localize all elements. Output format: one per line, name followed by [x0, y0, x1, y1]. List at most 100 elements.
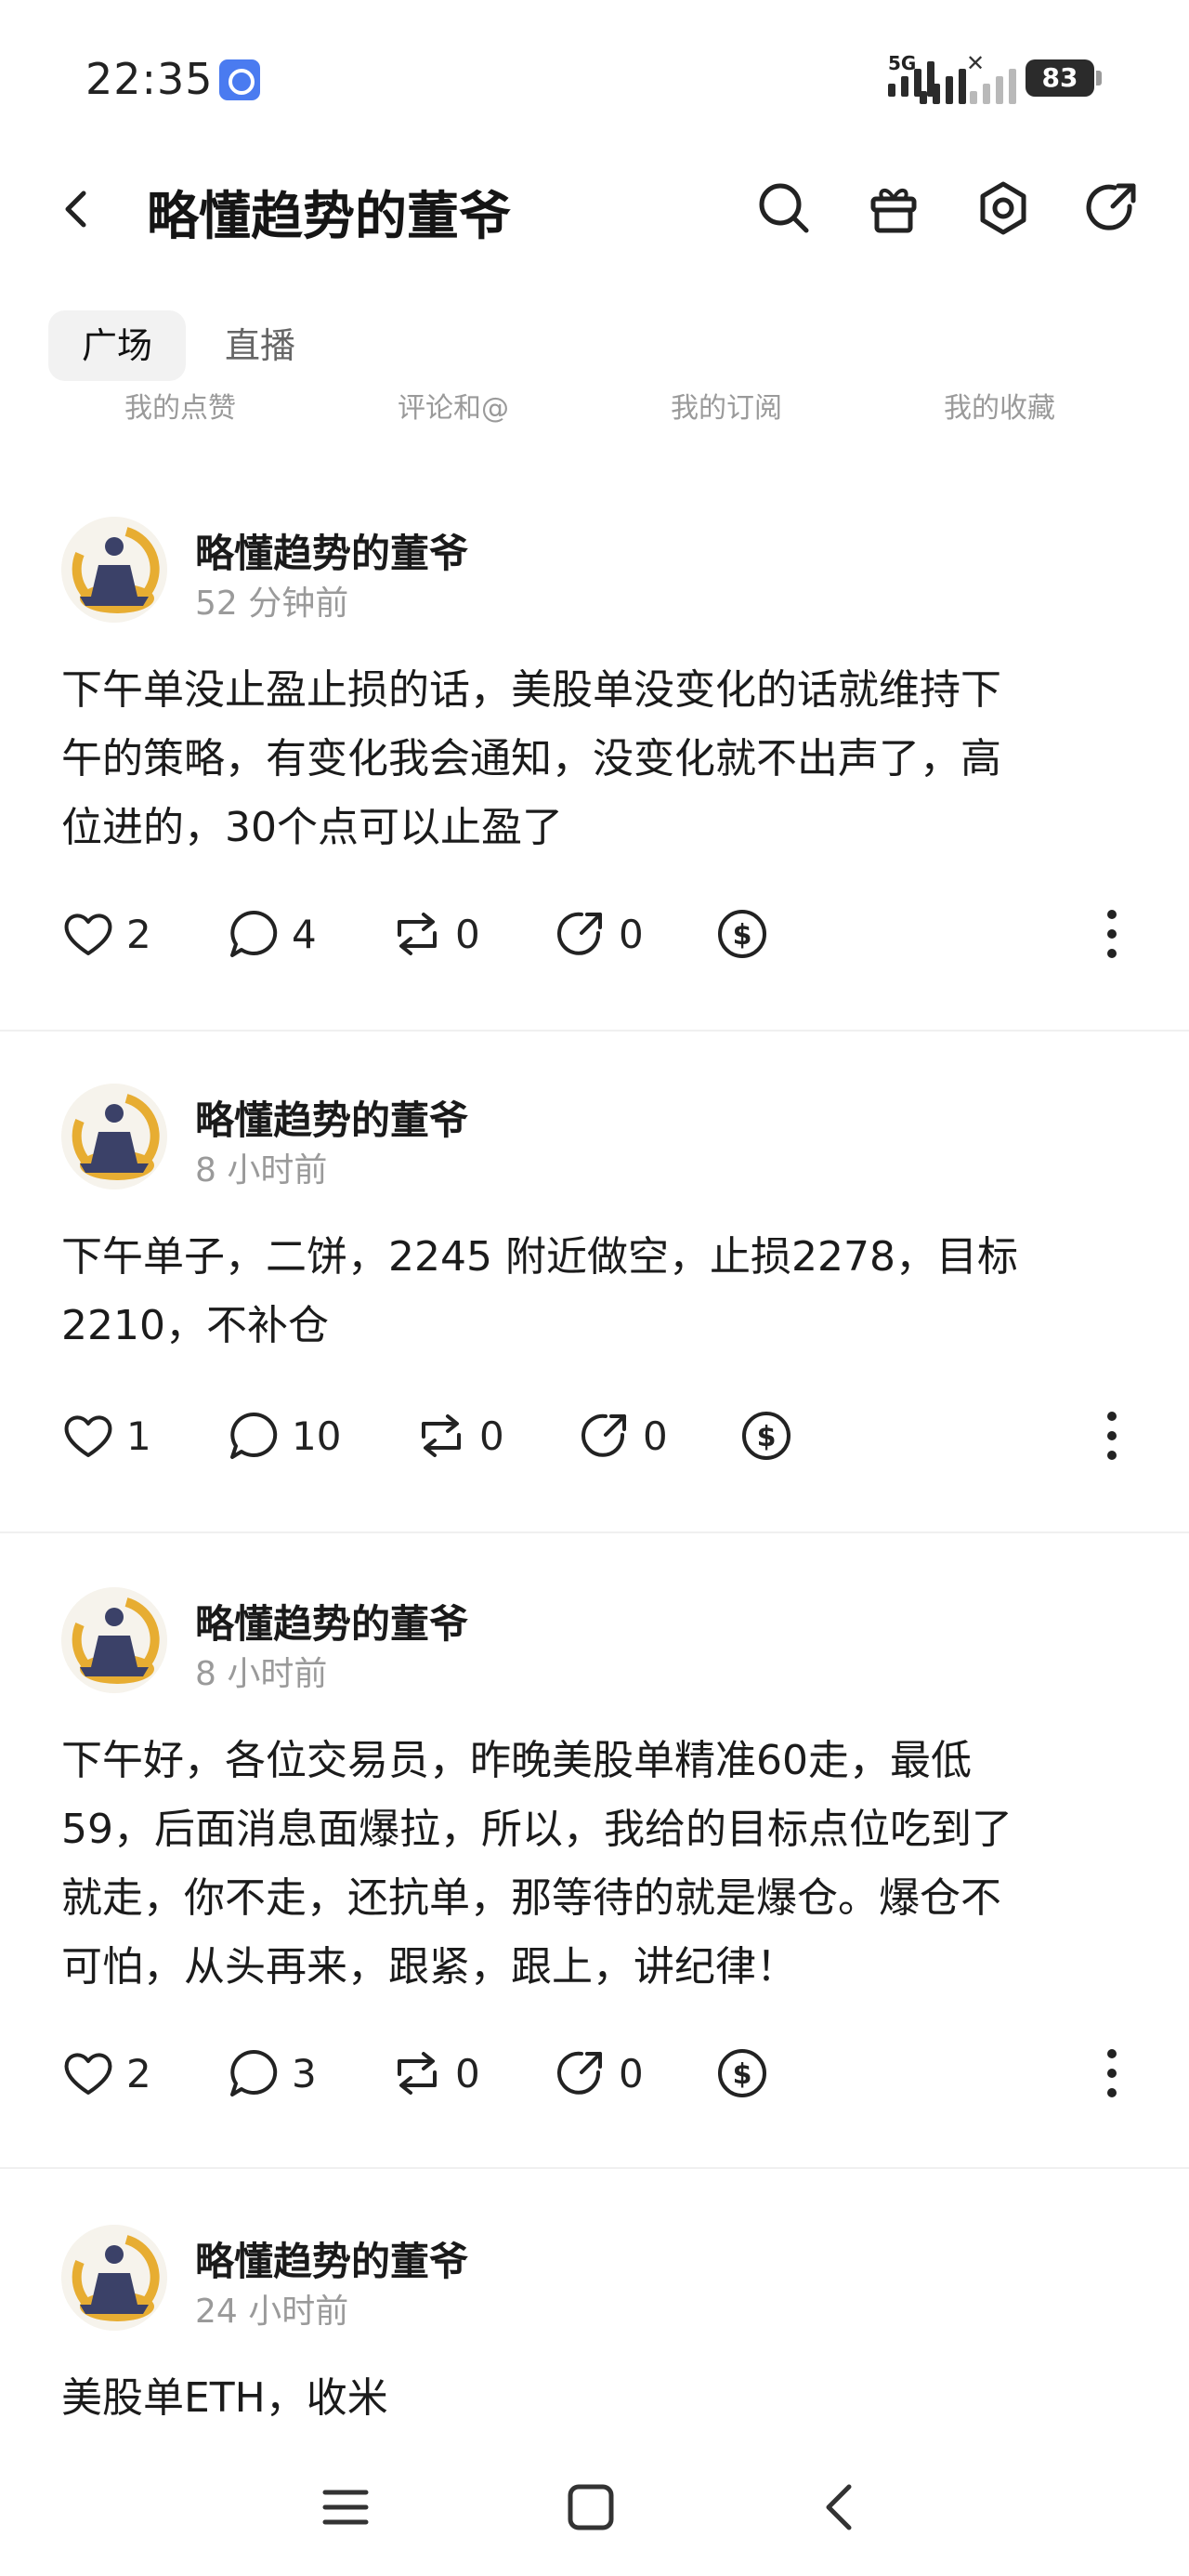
- repost-icon: [422, 1414, 461, 1457]
- post-author[interactable]: 略懂趋势的董爷: [195, 1089, 468, 1146]
- tab-live[interactable]: 直播: [191, 310, 329, 381]
- share-icon: [557, 912, 602, 955]
- share-count: 0: [619, 2050, 644, 2096]
- home-square-icon[interactable]: [563, 2479, 619, 2535]
- avatar-image: [61, 1084, 167, 1189]
- comment-button[interactable]: 3: [227, 2041, 317, 2106]
- share-icon: [557, 2051, 602, 2095]
- menu-icon[interactable]: [318, 2479, 373, 2535]
- heart-icon: [64, 913, 112, 955]
- back-nav-icon[interactable]: [812, 2479, 868, 2535]
- clock: 22:35: [85, 54, 214, 104]
- settings-icon[interactable]: [973, 178, 1033, 238]
- top-app-bar: 略懂趋势的董爷: [0, 158, 1189, 260]
- repost-icon: [398, 913, 437, 955]
- avatar-image: [61, 517, 167, 623]
- post-author[interactable]: 略懂趋势的董爷: [195, 1593, 468, 1649]
- post-content[interactable]: 下午单没止盈止损的话，美股单没变化的话就维持下 午的策略，有变化我会通知，没变化…: [61, 656, 1130, 862]
- comment-count: 4: [292, 911, 317, 957]
- share-count: 0: [619, 911, 644, 957]
- app-notification-icon: [219, 59, 260, 100]
- search-icon[interactable]: [754, 178, 814, 238]
- post-content[interactable]: 下午好，各位交易员，昨晚美股单精准60走，最低 59，后面消息面爆拉，所以，我给…: [61, 1727, 1130, 2002]
- repost-button[interactable]: 0: [390, 2041, 480, 2106]
- heart-icon: [64, 1415, 112, 1457]
- tab-square[interactable]: 广场: [48, 310, 187, 381]
- share-post-button[interactable]: 0: [554, 901, 644, 966]
- comment-button[interactable]: 4: [227, 901, 317, 966]
- dollar-coin-icon: $: [718, 910, 766, 958]
- avatar-image: [61, 2225, 167, 2331]
- repost-button[interactable]: 0: [414, 1403, 504, 1468]
- more-options-icon[interactable]: [1098, 905, 1126, 963]
- repost-count: 0: [455, 911, 480, 957]
- post-line: 下午好，各位交易员，昨晚美股单精准60走，最低: [61, 1737, 972, 1784]
- dollar-coin-icon: $: [742, 1412, 790, 1460]
- subnav-my-likes[interactable]: 我的点赞: [124, 385, 236, 426]
- back-icon[interactable]: [54, 186, 100, 232]
- divider: [0, 1531, 1189, 1533]
- sub-navigation: 我的点赞 评论和@ 我的订阅 我的收藏: [0, 385, 1189, 431]
- tip-button[interactable]: $: [715, 901, 769, 966]
- post-line: 午的策略，有变化我会通知，没变化就不出声了，高: [61, 735, 1001, 782]
- signal-bars-icon: [920, 61, 966, 104]
- post-time: 24 小时前: [195, 2293, 349, 2331]
- avatar[interactable]: [61, 1587, 167, 1693]
- like-count: 1: [126, 1413, 151, 1459]
- comment-count: 3: [292, 2050, 317, 2096]
- share-post-button[interactable]: 0: [578, 1403, 668, 1468]
- comment-count: 10: [292, 1413, 342, 1459]
- post-time: 8 小时前: [195, 1655, 328, 1693]
- dollar-coin-icon: $: [718, 2049, 766, 2097]
- comment-icon: [230, 910, 278, 957]
- avatar-image: [61, 1587, 167, 1693]
- svg-text:$: $: [733, 919, 752, 952]
- like-button[interactable]: 2: [61, 901, 151, 966]
- post-author[interactable]: 略懂趋势的董爷: [195, 522, 468, 579]
- more-options-icon[interactable]: [1098, 1407, 1126, 1465]
- like-button[interactable]: 2: [61, 2041, 151, 2106]
- system-navigation-bar: [0, 2435, 1189, 2576]
- subnav-my-favorites[interactable]: 我的收藏: [944, 385, 1055, 426]
- more-options-icon[interactable]: [1098, 2044, 1126, 2102]
- status-bar: 22:35 5G ✕ 83: [0, 0, 1189, 158]
- avatar[interactable]: [61, 1084, 167, 1189]
- post-actions: 2 3 0 0 $: [0, 2041, 1189, 2106]
- like-count: 2: [126, 911, 151, 957]
- post-time: 52 分钟前: [195, 585, 349, 623]
- repost-button[interactable]: 0: [390, 901, 480, 966]
- share-icon[interactable]: [1083, 178, 1143, 238]
- post-content[interactable]: 美股单ETH，收米: [61, 2364, 1130, 2433]
- repost-count: 0: [479, 1413, 504, 1459]
- share-count: 0: [643, 1413, 668, 1459]
- divider: [0, 2167, 1189, 2169]
- post-line: 下午单子，二饼，2245 附近做空，止损2278，目标: [61, 1233, 1018, 1281]
- like-button[interactable]: 1: [61, 1403, 151, 1468]
- gift-icon[interactable]: [864, 178, 923, 238]
- post-actions: 2 4 0 0 $: [0, 901, 1189, 966]
- subnav-my-subscriptions[interactable]: 我的订阅: [671, 385, 782, 426]
- post-author[interactable]: 略懂趋势的董爷: [195, 2230, 468, 2287]
- svg-text:$: $: [733, 2058, 752, 2091]
- post-line: 位进的，30个点可以止盈了: [61, 804, 563, 851]
- heart-icon: [64, 2053, 112, 2095]
- svg-text:$: $: [757, 1421, 777, 1453]
- post-line: 2210，不补仓: [61, 1302, 329, 1349]
- share-post-button[interactable]: 0: [554, 2041, 644, 2106]
- avatar[interactable]: [61, 517, 167, 623]
- post-content[interactable]: 下午单子，二饼，2245 附近做空，止损2278，目标 2210，不补仓: [61, 1223, 1130, 1360]
- page-title: 略懂趋势的董爷: [147, 187, 511, 247]
- avatar[interactable]: [61, 2225, 167, 2331]
- tip-button[interactable]: $: [715, 2041, 769, 2106]
- post-line: 59，后面消息面爆拉，所以，我给的目标点位吃到了: [61, 1806, 1013, 1853]
- tip-button[interactable]: $: [739, 1403, 793, 1468]
- post-actions: 1 10 0 0 $: [0, 1403, 1189, 1468]
- share-icon: [581, 1413, 626, 1457]
- post-line: 就走，你不走，还抗单，那等待的就是爆仓。爆仓不: [61, 1874, 1001, 1922]
- comment-button[interactable]: 10: [227, 1403, 341, 1468]
- comment-icon: [230, 1412, 278, 1459]
- repost-icon: [398, 2052, 437, 2095]
- subnav-comments-mentions[interactable]: 评论和@: [398, 385, 509, 426]
- post-line: 美股单ETH，收米: [61, 2374, 388, 2422]
- repost-count: 0: [455, 2050, 480, 2096]
